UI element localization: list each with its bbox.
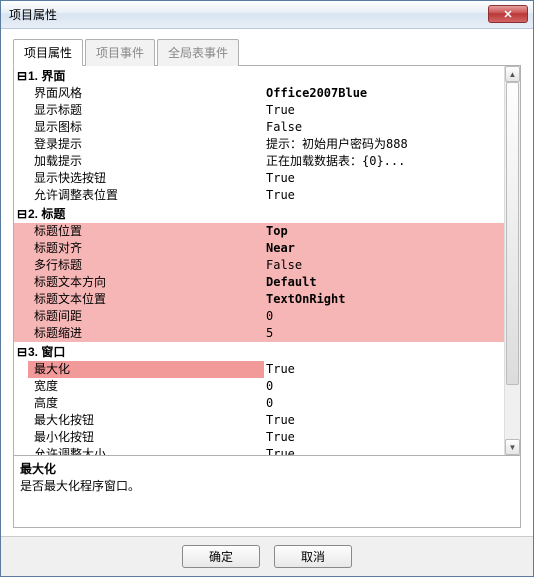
section-title[interactable]: ⊟ 2. 标题 bbox=[14, 204, 520, 223]
cancel-button[interactable]: 取消 bbox=[274, 545, 352, 568]
prop-show-quick-btn[interactable]: 显示快选按钮True bbox=[14, 170, 520, 187]
collapse-icon[interactable]: ⊟ bbox=[16, 345, 28, 359]
prop-title-indent[interactable]: 标题缩进5 bbox=[14, 325, 520, 342]
prop-title-position[interactable]: 标题位置Top bbox=[14, 223, 520, 240]
prop-show-title[interactable]: 显示标题True bbox=[14, 102, 520, 119]
ok-button[interactable]: 确定 bbox=[182, 545, 260, 568]
description-text: 是否最大化程序窗口。 bbox=[20, 477, 514, 494]
prop-title-align[interactable]: 标题对齐Near bbox=[14, 240, 520, 257]
tab-project-event[interactable]: 项目事件 bbox=[85, 39, 155, 66]
property-grid: ⊟ 1. 界面 界面风格Office2007Blue 显示标题True 显示图标… bbox=[13, 65, 521, 528]
prop-multi-line-title[interactable]: 多行标题False bbox=[14, 257, 520, 274]
prop-allow-resize[interactable]: 允许调整大小True bbox=[14, 446, 520, 455]
prop-title-spacing[interactable]: 标题间距0 bbox=[14, 308, 520, 325]
description-panel: 最大化 是否最大化程序窗口。 bbox=[14, 455, 520, 527]
prop-interface-style[interactable]: 界面风格Office2007Blue bbox=[14, 85, 520, 102]
close-icon: ✕ bbox=[503, 8, 512, 21]
scroll-up-icon[interactable]: ▲ bbox=[505, 66, 520, 82]
prop-height[interactable]: 高度0 bbox=[14, 395, 520, 412]
scroll-down-icon[interactable]: ▼ bbox=[505, 439, 520, 455]
description-title: 最大化 bbox=[20, 460, 514, 477]
section-num: 2. bbox=[28, 207, 38, 221]
tabs: 项目属性 项目事件 全局表事件 bbox=[13, 39, 521, 66]
grid-body: ⊟ 1. 界面 界面风格Office2007Blue 显示标题True 显示图标… bbox=[14, 66, 520, 455]
section-name: 窗口 bbox=[41, 343, 65, 360]
prop-width[interactable]: 宽度0 bbox=[14, 378, 520, 395]
tab-project-prop[interactable]: 项目属性 bbox=[13, 39, 83, 66]
section-interface[interactable]: ⊟ 1. 界面 bbox=[14, 66, 520, 85]
scrollbar[interactable]: ▲ ▼ bbox=[504, 66, 520, 455]
collapse-icon[interactable]: ⊟ bbox=[16, 207, 28, 221]
section-num: 3. bbox=[28, 345, 38, 359]
prop-title-text-pos[interactable]: 标题文本位置TextOnRight bbox=[14, 291, 520, 308]
prop-show-icon[interactable]: 显示图标False bbox=[14, 119, 520, 136]
prop-max-button[interactable]: 最大化按钮True bbox=[14, 412, 520, 429]
collapse-icon[interactable]: ⊟ bbox=[16, 69, 28, 83]
scroll-track[interactable] bbox=[505, 82, 520, 439]
titlebar-title: 项目属性 bbox=[9, 6, 57, 23]
section-name: 界面 bbox=[41, 67, 65, 84]
prop-title-text-dir[interactable]: 标题文本方向Default bbox=[14, 274, 520, 291]
prop-loading-tip[interactable]: 加载提示正在加载数据表：{0}... bbox=[14, 153, 520, 170]
prop-min-button[interactable]: 最小化按钮True bbox=[14, 429, 520, 446]
prop-allow-resize-table[interactable]: 允许调整表位置True bbox=[14, 187, 520, 204]
section-window[interactable]: ⊟ 3. 窗口 bbox=[14, 342, 520, 361]
scroll-thumb[interactable] bbox=[506, 82, 519, 385]
close-button[interactable]: ✕ bbox=[488, 5, 528, 23]
titlebar: 项目属性 ✕ bbox=[1, 1, 533, 29]
prop-login-tip[interactable]: 登录提示提示：初始用户密码为888 bbox=[14, 136, 520, 153]
section-num: 1. bbox=[28, 69, 38, 83]
tab-global-table-event[interactable]: 全局表事件 bbox=[157, 39, 239, 66]
dialog: 项目属性 ✕ 项目属性 项目事件 全局表事件 ⊟ 1. 界面 界面风格Offic… bbox=[0, 0, 534, 577]
footer: 确定 取消 bbox=[1, 536, 533, 576]
section-name: 标题 bbox=[41, 205, 65, 222]
prop-maximize[interactable]: 最大化True bbox=[14, 361, 520, 378]
content: 项目属性 项目事件 全局表事件 ⊟ 1. 界面 界面风格Office2007Bl… bbox=[1, 29, 533, 536]
